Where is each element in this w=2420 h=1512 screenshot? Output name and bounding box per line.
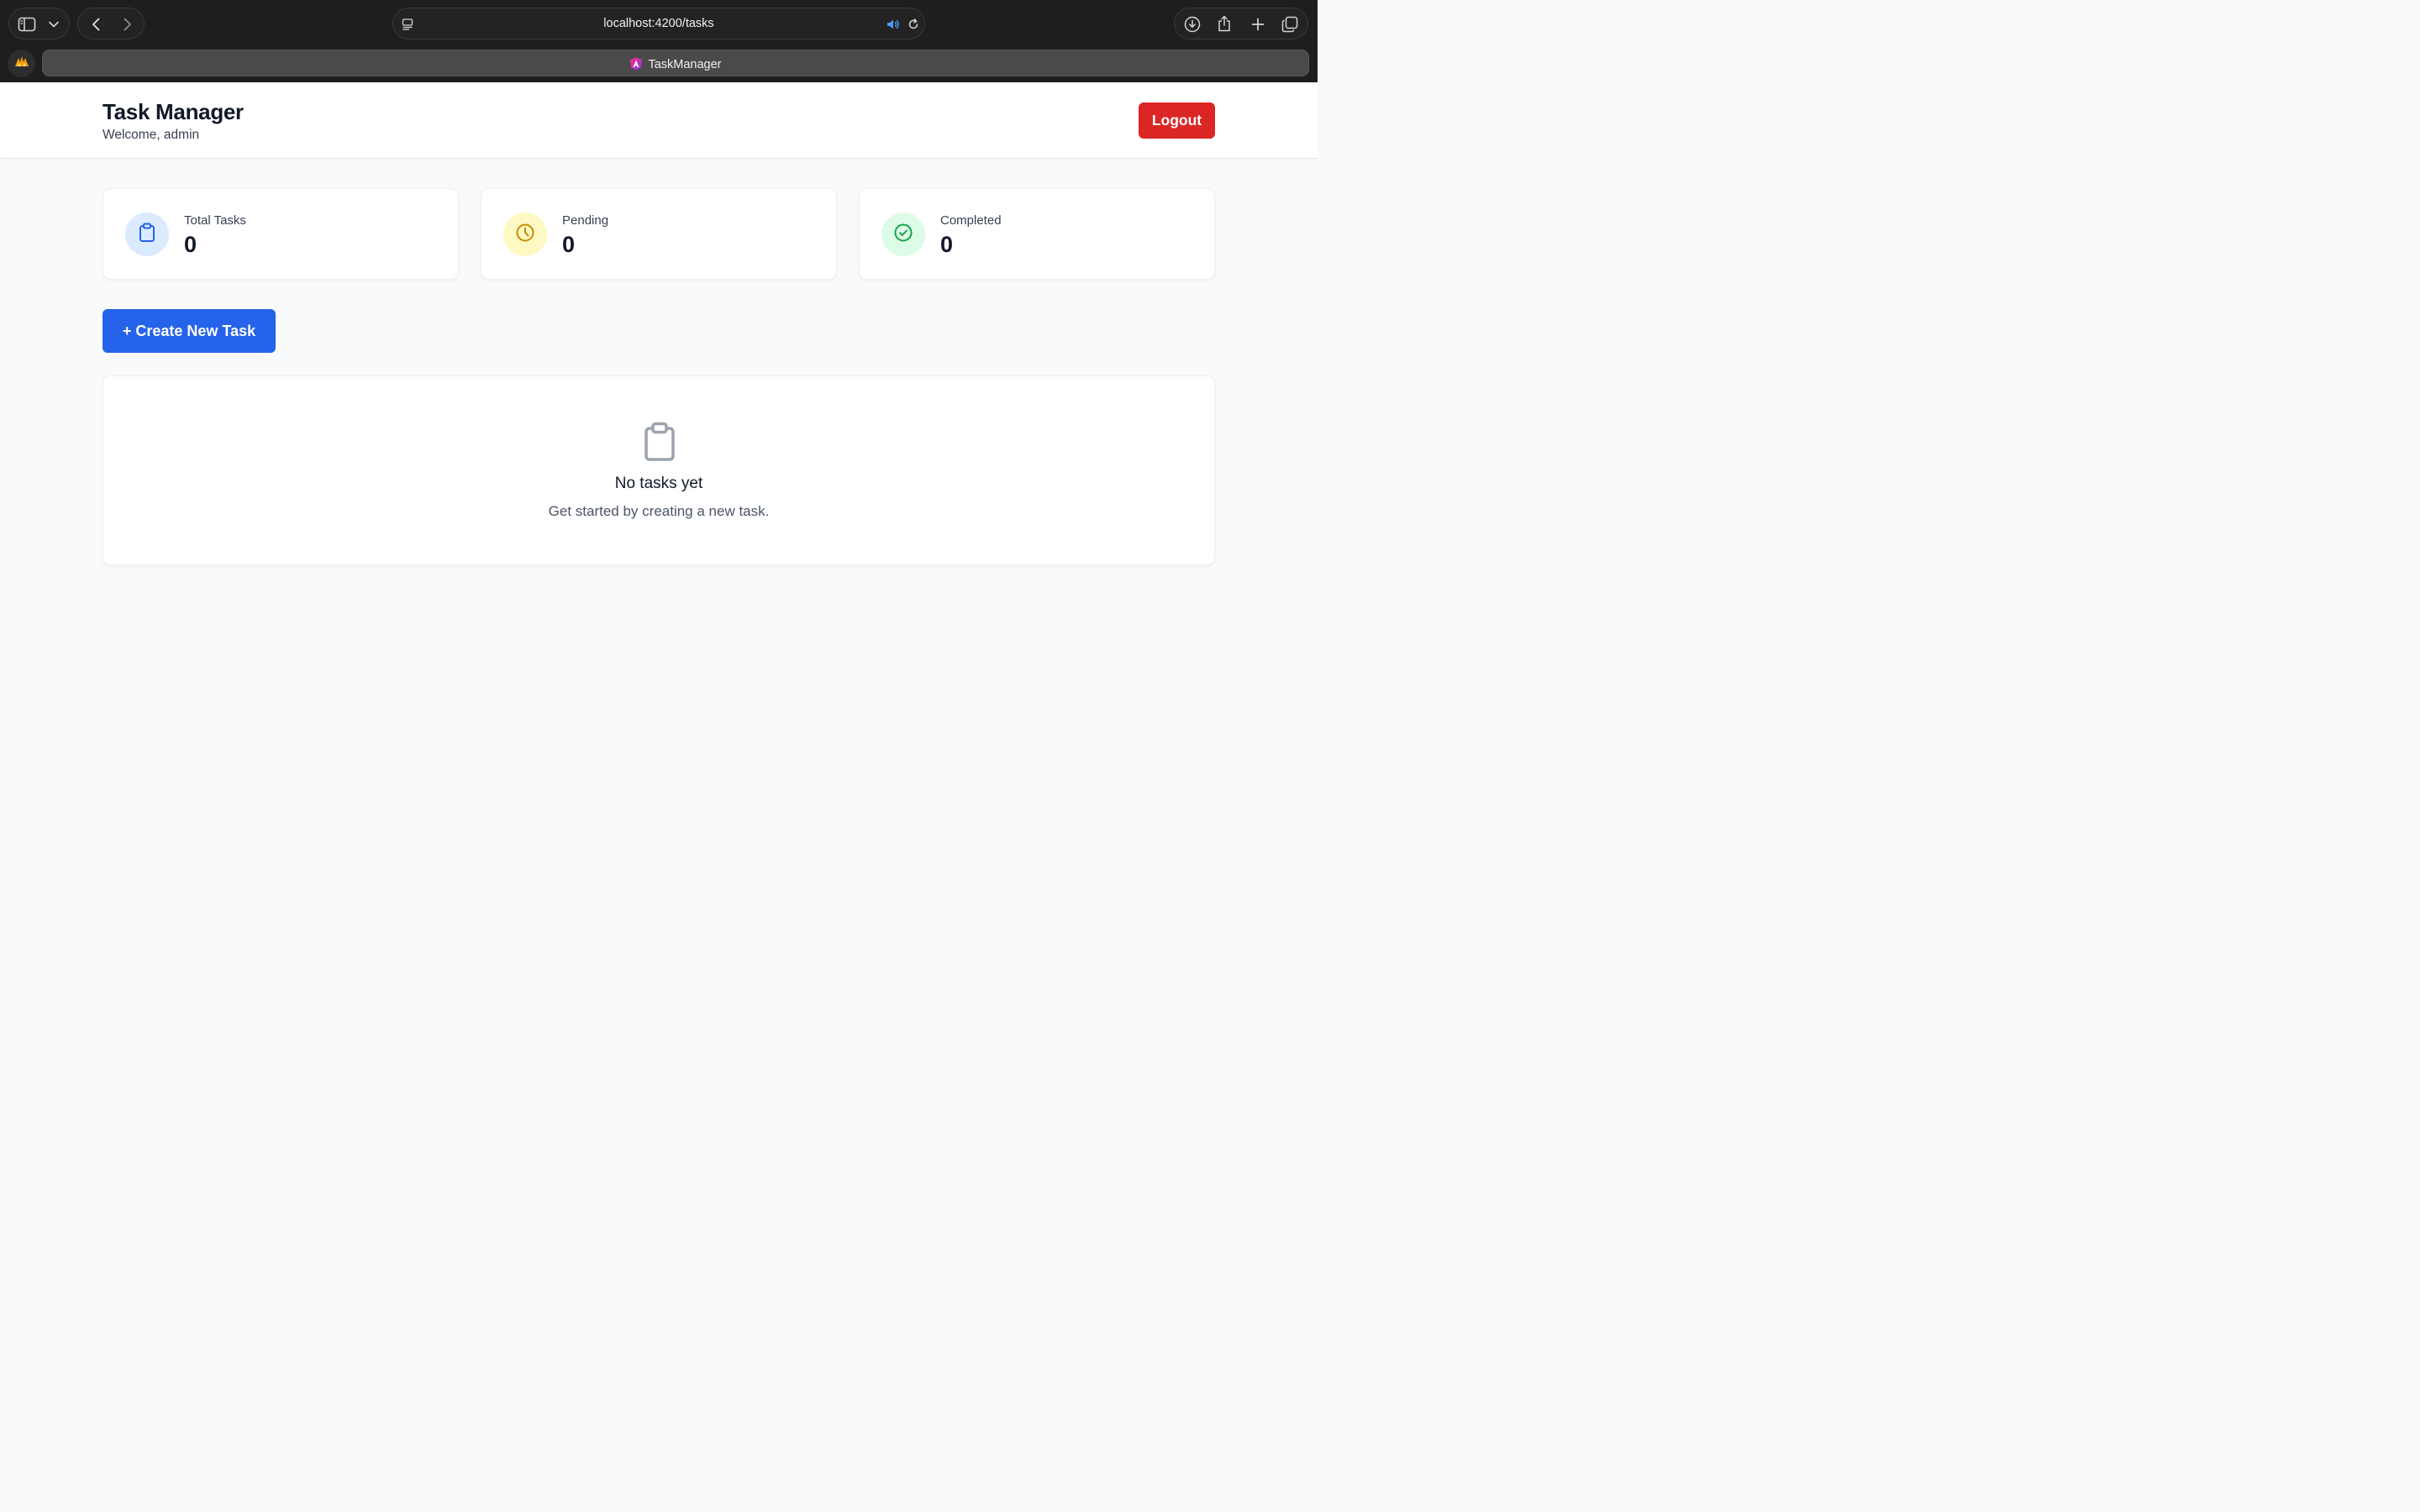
angular-favicon-icon — [629, 57, 643, 71]
stat-value: 0 — [562, 232, 576, 257]
welcome-text: Welcome, admin — [103, 128, 200, 142]
reload-icon[interactable] — [906, 17, 921, 32]
page: Task Manager Welcome, admin Logout Total… — [0, 82, 1318, 823]
active-tab[interactable]: TaskManager — [42, 50, 1309, 76]
tab-overview-icon[interactable] — [1281, 15, 1299, 34]
create-task-button[interactable]: + Create New Task — [103, 309, 276, 353]
stat-card-total: Total Tasks 0 — [103, 188, 459, 280]
stat-value: 0 — [940, 232, 954, 257]
speaker-icon[interactable] — [886, 17, 901, 32]
sidebar-toggle-icon[interactable] — [18, 15, 36, 34]
back-icon[interactable] — [87, 15, 105, 34]
browser-toolbar: localhost:4200/tasks — [0, 0, 1318, 47]
stat-value: 0 — [184, 232, 197, 257]
stat-icon-container — [881, 213, 925, 256]
share-icon[interactable] — [1215, 14, 1234, 33]
nav-buttons — [77, 8, 145, 39]
tab-title: TaskManager — [648, 58, 722, 71]
empty-state-title: No tasks yet — [614, 475, 703, 492]
stat-label: Pending — [562, 213, 609, 228]
logout-button[interactable]: Logout — [1139, 102, 1215, 139]
stat-icon-container — [503, 213, 547, 256]
page-title: Task Manager — [103, 99, 244, 124]
clipboard-icon — [641, 422, 678, 462]
stat-card-completed: Completed 0 — [859, 188, 1215, 280]
browser-actions — [1174, 8, 1308, 39]
pinned-app-icon — [14, 55, 29, 71]
stat-label: Completed — [940, 213, 1002, 228]
task-list-empty-state: No tasks yet Get started by creating a n… — [103, 375, 1215, 565]
check-circle-icon — [893, 223, 913, 247]
download-icon[interactable] — [1183, 15, 1202, 34]
pinned-tab[interactable] — [8, 50, 35, 77]
chevron-down-icon[interactable] — [46, 17, 61, 32]
forward-icon[interactable] — [118, 15, 137, 34]
tab-title-container: TaskManager — [43, 57, 1308, 71]
tab-bar: TaskManager — [0, 47, 1318, 82]
stat-label: Total Tasks — [184, 213, 246, 228]
clock-icon — [515, 223, 535, 247]
app-header: Task Manager Welcome, admin Logout — [0, 82, 1318, 159]
empty-state-subtitle: Get started by creating a new task. — [548, 503, 770, 519]
url-text: localhost:4200/tasks — [603, 17, 714, 30]
stat-card-pending: Pending 0 — [481, 188, 837, 280]
new-tab-icon[interactable] — [1249, 15, 1267, 34]
stat-icon-container — [125, 213, 169, 256]
clipboard-icon — [139, 223, 155, 247]
sidebar-toggle-group — [8, 8, 70, 39]
address-bar[interactable]: localhost:4200/tasks — [392, 8, 925, 39]
browser-chrome: localhost:4200/tasks TaskManager — [0, 0, 1318, 82]
